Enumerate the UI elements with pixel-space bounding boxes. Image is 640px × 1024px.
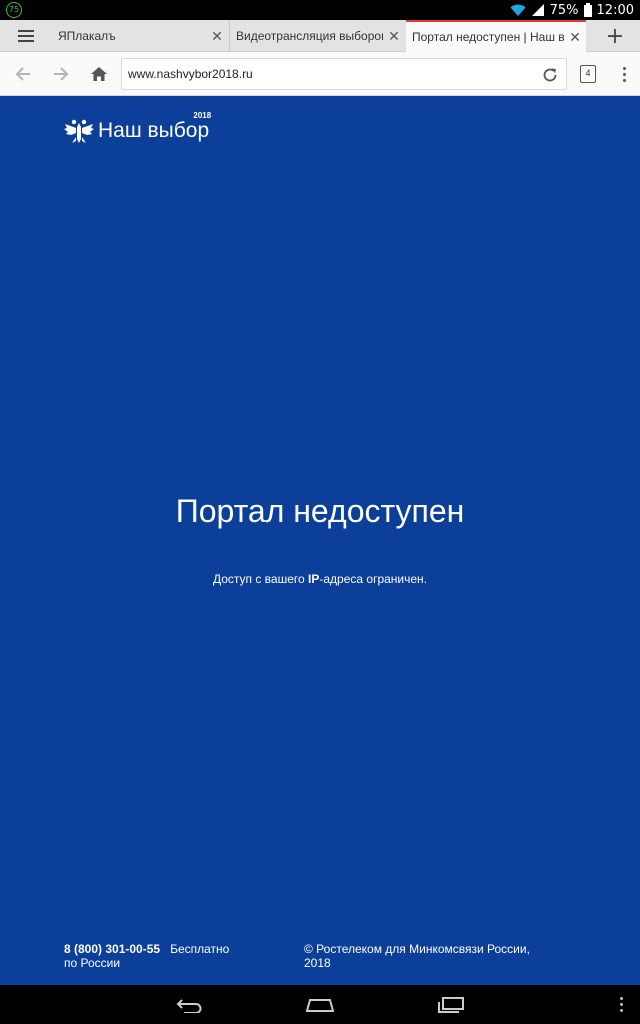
back-icon[interactable] bbox=[4, 52, 42, 96]
close-icon[interactable]: ✕ bbox=[383, 28, 405, 45]
tab-title: ЯПлакалъ bbox=[58, 29, 116, 43]
menu-icon[interactable] bbox=[0, 20, 52, 52]
status-bar: 75 75% 12:00 bbox=[0, 0, 640, 20]
url-text: www.nashvybor2018.ru bbox=[128, 67, 253, 81]
access-message-start: Доступ с вашего bbox=[212, 572, 309, 586]
access-message: Доступ с вашего IP-адреса ограничен. bbox=[0, 572, 640, 586]
wifi-icon bbox=[510, 4, 526, 16]
access-message-end: -адреса ограничен. bbox=[319, 572, 428, 586]
address-bar[interactable]: www.nashvybor2018.ru bbox=[121, 58, 567, 90]
logo-year: 2018 bbox=[193, 111, 212, 120]
page-content: Наш выбор 2018 Портал недоступен Доступ … bbox=[0, 97, 640, 985]
tab-yaplakal[interactable]: ЯПлакалъ ✕ bbox=[52, 20, 228, 52]
logo-text: Наш выбор 2018 bbox=[98, 111, 211, 143]
close-icon[interactable]: ✕ bbox=[564, 29, 586, 46]
tab-video-broadcast[interactable]: Видеотрансляция выборов ✕ bbox=[229, 20, 405, 52]
plus-icon[interactable]: + bbox=[590, 20, 640, 52]
battery-icon bbox=[583, 3, 592, 17]
tab-portal-unavailable[interactable]: Портал недоступен | Наш выбор ✕ bbox=[406, 20, 586, 52]
status-indicators: 75% 12:00 bbox=[510, 0, 634, 20]
signal-icon bbox=[531, 4, 544, 16]
phone-note-region: по России bbox=[64, 956, 121, 970]
page-title: Портал недоступен bbox=[175, 493, 465, 529]
site-logo[interactable]: Наш выбор 2018 bbox=[64, 111, 211, 145]
tab-title: Видеотрансляция выборов bbox=[236, 29, 383, 43]
nav-home-icon[interactable] bbox=[300, 985, 340, 1024]
eagle-emblem-icon bbox=[64, 119, 94, 143]
close-icon[interactable]: ✕ bbox=[206, 28, 228, 45]
phone-number[interactable]: 8 (800) 301-00-55 bbox=[64, 942, 160, 956]
overflow-icon[interactable] bbox=[614, 52, 634, 96]
footer-contact: 8 (800) 301-00-55 Бесплатно по России bbox=[64, 942, 229, 970]
tabs-icon[interactable]: 4 bbox=[580, 65, 596, 83]
logo-title: Наш выбор bbox=[98, 119, 210, 142]
tab-title: Портал недоступен | Наш выбор bbox=[412, 30, 564, 44]
tab-strip: ЯПлакалъ ✕ Видеотрансляция выборов ✕ Пор… bbox=[0, 20, 640, 52]
clock: 12:00 bbox=[596, 2, 634, 18]
access-message-ip: IP bbox=[308, 572, 320, 586]
reload-icon[interactable] bbox=[538, 63, 562, 87]
copyright-year: 2018 bbox=[304, 956, 331, 970]
system-nav-bar bbox=[0, 985, 640, 1024]
nav-back-icon[interactable] bbox=[170, 985, 210, 1024]
copyright-line: © Ростелеком для Минкомсвязи России, bbox=[304, 942, 530, 956]
browser-toolbar: www.nashvybor2018.ru 4 bbox=[0, 52, 640, 96]
nav-recents-icon[interactable] bbox=[430, 985, 470, 1024]
forward-icon[interactable] bbox=[42, 52, 80, 96]
nav-overflow-icon[interactable] bbox=[614, 985, 628, 1024]
battery-percent: 75% bbox=[549, 2, 579, 18]
footer-copyright: © Ростелеком для Минкомсвязи России, 201… bbox=[304, 942, 564, 970]
phone-note: Бесплатно bbox=[170, 942, 230, 956]
home-icon[interactable] bbox=[80, 52, 118, 96]
notification-badge: 75 bbox=[6, 2, 22, 18]
